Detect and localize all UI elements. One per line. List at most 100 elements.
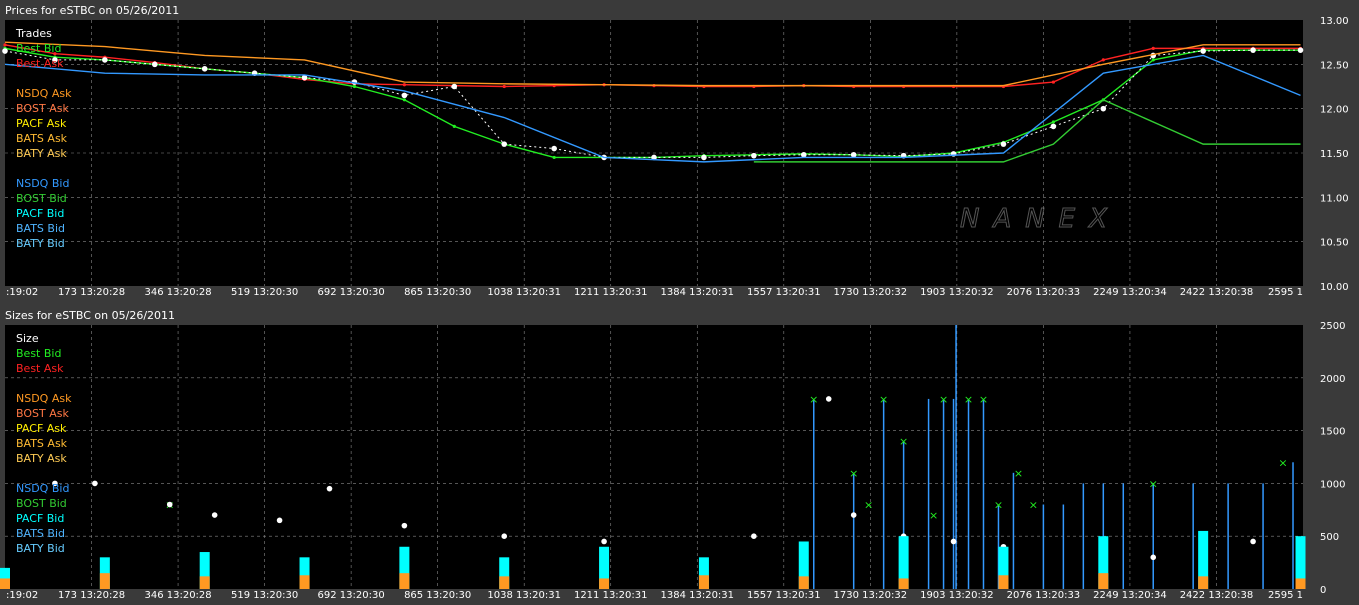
best-bid-marker: ×: [1278, 456, 1287, 469]
nanex-watermark: NANEX: [960, 204, 1121, 234]
best-bid-marker: ×: [929, 509, 938, 522]
x-tick-label: 2076 13:20:33: [1007, 287, 1081, 298]
y-tick-label: 11.00: [1320, 193, 1349, 204]
x-tick-label: 2249 13:20:34: [1093, 287, 1167, 298]
best-bid-marker: ×: [939, 393, 948, 406]
size-trade-point: [211, 512, 218, 518]
size-trade-point: [1150, 554, 1157, 561]
x-tick-label: 1730 13:20:32: [834, 590, 908, 601]
y-tick-label: 2000: [1320, 374, 1345, 385]
legend-item-bats-bid: BATS Bid: [16, 222, 65, 235]
legend-item-pacf-bid: PACF Bid: [16, 207, 64, 220]
legend-item-baty-bid: BATY Bid: [16, 237, 65, 250]
size-trade-point: [501, 533, 508, 539]
chart-canvas: NANEX :19:02 173 13:20:28 346 13:20:28 519 …: [0, 16, 1349, 601]
legend-item-bost-bid: BOST Bid: [16, 497, 67, 510]
best-bid-marker: ×: [1149, 477, 1158, 490]
size-bar-nsdq-ask: [99, 573, 110, 589]
x-tick-label: 1903 13:20:32: [920, 590, 994, 601]
x-tick-label: 346 13:20:28: [144, 590, 211, 601]
size-bar-nsdq-bid: [852, 472, 855, 589]
legend-item-size: Size: [16, 332, 39, 345]
best-bid-marker: ×: [899, 435, 908, 448]
x-tick-label: 173 13:20:28: [58, 590, 125, 601]
y-tick-label: 0: [1320, 585, 1326, 596]
x-tick-label: 692 13:20:30: [318, 590, 385, 601]
size-bar-nsdq-bid: [982, 398, 985, 589]
trade-point: [1000, 141, 1007, 147]
trade-point: [501, 141, 508, 147]
size-trade-point: [850, 512, 857, 518]
size-bar-nsdq-ask: [499, 576, 510, 589]
legend-item-pacf-bid: PACF Bid: [16, 512, 64, 525]
quote-point-best-bid: [452, 124, 456, 128]
size-bar-nsdq-ask: [199, 576, 210, 589]
legend-item-best-ask: Best Ask: [16, 57, 64, 70]
x-tick-label: 2422 13:20:38: [1180, 590, 1254, 601]
trade-point: [201, 65, 208, 72]
best-bid-marker: ×: [809, 393, 818, 406]
legend-item-best-ask: Best Ask: [16, 362, 64, 375]
size-trade-point: [1250, 538, 1256, 545]
size-bar-nsdq-bid: [1262, 483, 1264, 589]
size-bar-nsdq-bid: [952, 398, 955, 589]
trade-point: [701, 154, 707, 161]
x-tick-label: 2595 1: [1268, 590, 1303, 601]
x-tick-label: 692 13:20:30: [318, 287, 385, 298]
size-trade-point: [950, 538, 957, 545]
x-tick-label: :19:02: [6, 590, 38, 601]
legend-item-nsdq-ask: NSDQ Ask: [16, 392, 72, 405]
y-tick-label: 12.50: [1320, 60, 1349, 71]
trade-point: [401, 92, 408, 99]
y-tick-label: 500: [1320, 532, 1339, 543]
quote-point-best-ask: [402, 83, 406, 87]
best-bid-marker: ×: [1014, 467, 1023, 480]
x-tick-label: 173 13:20:28: [58, 287, 125, 298]
size-bar-nsdq-bid: [882, 398, 885, 589]
y-tick-label: 10.00: [1320, 282, 1349, 293]
x-tick-label: 1384 13:20:31: [660, 287, 734, 298]
size-bar-nsdq-ask: [399, 573, 410, 589]
legend-item-bost-bid: BOST Bid: [16, 192, 67, 205]
y-tick-label: 1500: [1320, 427, 1345, 438]
trade-point: [1050, 123, 1057, 130]
size-bar-nsdq-ask: [1098, 573, 1109, 589]
size-bar-nsdq-ask: [898, 578, 909, 589]
x-tick-label: 1730 13:20:32: [834, 287, 908, 298]
trade-point: [1250, 47, 1256, 53]
y-tick-label: 13.00: [1320, 16, 1349, 27]
quote-point-best-ask: [3, 43, 7, 47]
quote-point-best-bid: [402, 98, 406, 102]
y-tick-label: 11.50: [1320, 149, 1349, 160]
size-bar-nsdq-bid: [813, 398, 815, 589]
x-tick-label: 2422 13:20:38: [1180, 287, 1254, 298]
x-tick-label: :19:02: [6, 287, 38, 298]
quote-point-best-ask: [1151, 46, 1155, 50]
size-bar-nsdq-ask: [0, 578, 10, 589]
best-bid-marker: ×: [864, 499, 873, 512]
y-tick-label: 2500: [1320, 321, 1345, 332]
x-tick-label: 1384 13:20:31: [660, 590, 734, 601]
legend-item-trades: Trades: [15, 27, 52, 40]
x-tick-label: 865 13:20:30: [404, 287, 471, 298]
x-tick-label: 2595 1: [1268, 287, 1303, 298]
y-tick-label: 12.00: [1320, 105, 1349, 116]
size-bar-nsdq-ask: [998, 575, 1009, 589]
best-bid-marker: ×: [1029, 499, 1038, 512]
size-bar-nsdq-bid: [1192, 483, 1194, 589]
x-tick-label: 1038 13:20:31: [487, 287, 561, 298]
size-bar-nsdq-ask: [698, 575, 709, 589]
size-bar-nsdq-bid: [967, 398, 970, 589]
trade-point: [751, 152, 757, 159]
legend-item-baty-ask: BATY Ask: [16, 147, 67, 160]
x-tick-label: 519 13:20:30: [231, 590, 298, 601]
best-bid-marker: ×: [964, 393, 973, 406]
trade-point: [151, 61, 158, 68]
size-trade-point: [276, 517, 283, 524]
trade-point: [1100, 105, 1107, 112]
x-tick-label: 1557 13:20:31: [747, 590, 821, 601]
legend-item-baty-ask: BATY Ask: [16, 452, 67, 465]
legend-item-nsdq-bid: NSDQ Bid: [16, 482, 69, 495]
y-tick-label: 1000: [1320, 479, 1345, 490]
legend-item-pacf-ask: PACF Ask: [16, 422, 67, 435]
